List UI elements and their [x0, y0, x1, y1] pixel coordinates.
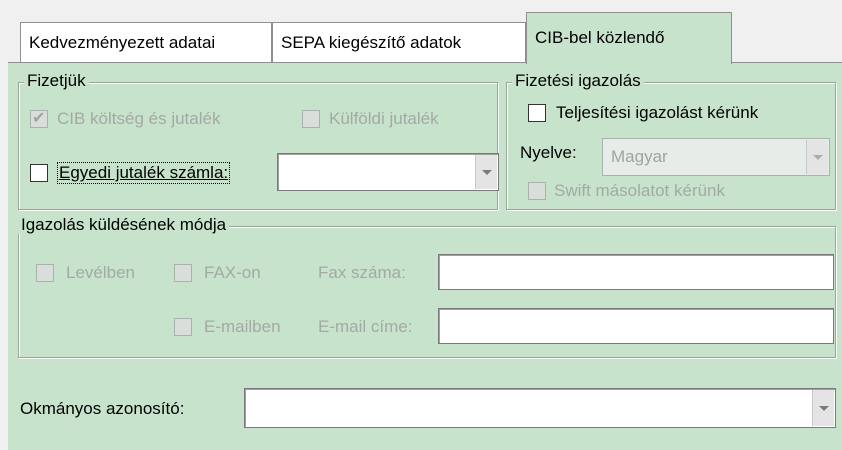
fax-label: FAX-on	[204, 263, 261, 282]
language-select[interactable]: Magyar	[602, 138, 830, 176]
cib-cost-label: CIB költség és jutalék	[57, 109, 221, 128]
email-checkbox[interactable]	[174, 318, 192, 336]
language-dropdown-arrow-icon[interactable]	[806, 140, 828, 174]
email-address-input[interactable]	[438, 308, 834, 344]
language-label: Nyelve:	[520, 143, 577, 162]
tab-kedvezmenyezett[interactable]: Kedvezményezett adatai	[20, 22, 272, 62]
fax-number-label: Fax száma:	[318, 263, 406, 282]
foreign-fee-label: Külföldi jutalék	[329, 109, 439, 128]
fizetesi-igazolas-legend: Fizetési igazolás	[512, 72, 644, 90]
custom-fee-account-select[interactable]	[277, 153, 499, 191]
tab-sepa[interactable]: SEPA kiegészítő adatok	[272, 22, 526, 62]
swift-copy-label: Swift másolatot kérünk	[554, 181, 726, 200]
foreign-fee-checkbox[interactable]	[302, 110, 320, 128]
letter-label: Levélben	[66, 263, 136, 282]
tab-cib-kozlendo[interactable]: CIB-bel közlendő	[526, 12, 732, 64]
language-value: Magyar	[611, 147, 668, 166]
document-id-dropdown-arrow-icon[interactable]	[812, 390, 834, 426]
email-label: E-mailben	[204, 317, 281, 336]
custom-fee-label-text: Egyedi jutalék számla:	[59, 163, 229, 182]
custom-fee-checkbox[interactable]	[30, 164, 48, 182]
custom-fee-dropdown-arrow-icon[interactable]	[475, 155, 497, 189]
swift-copy-checkbox[interactable]	[528, 182, 546, 200]
igazolas-kuldes-legend: Igazolás küldésének módja	[18, 216, 230, 234]
custom-fee-label: Egyedi jutalék számla:	[57, 162, 231, 184]
document-id-label: Okmányos azonosító:	[20, 399, 185, 418]
request-certificate-label: Teljesítési igazolást kérünk	[556, 103, 759, 122]
letter-checkbox[interactable]	[36, 264, 54, 282]
cib-cost-checkbox[interactable]	[30, 108, 48, 128]
fizetjuk-legend: Fizetjük	[24, 72, 89, 90]
document-id-select[interactable]	[244, 388, 836, 428]
email-address-label: E-mail címe:	[318, 317, 413, 336]
request-certificate-checkbox[interactable]	[528, 104, 546, 122]
fax-checkbox[interactable]	[174, 264, 192, 282]
fax-number-input[interactable]	[438, 254, 834, 290]
